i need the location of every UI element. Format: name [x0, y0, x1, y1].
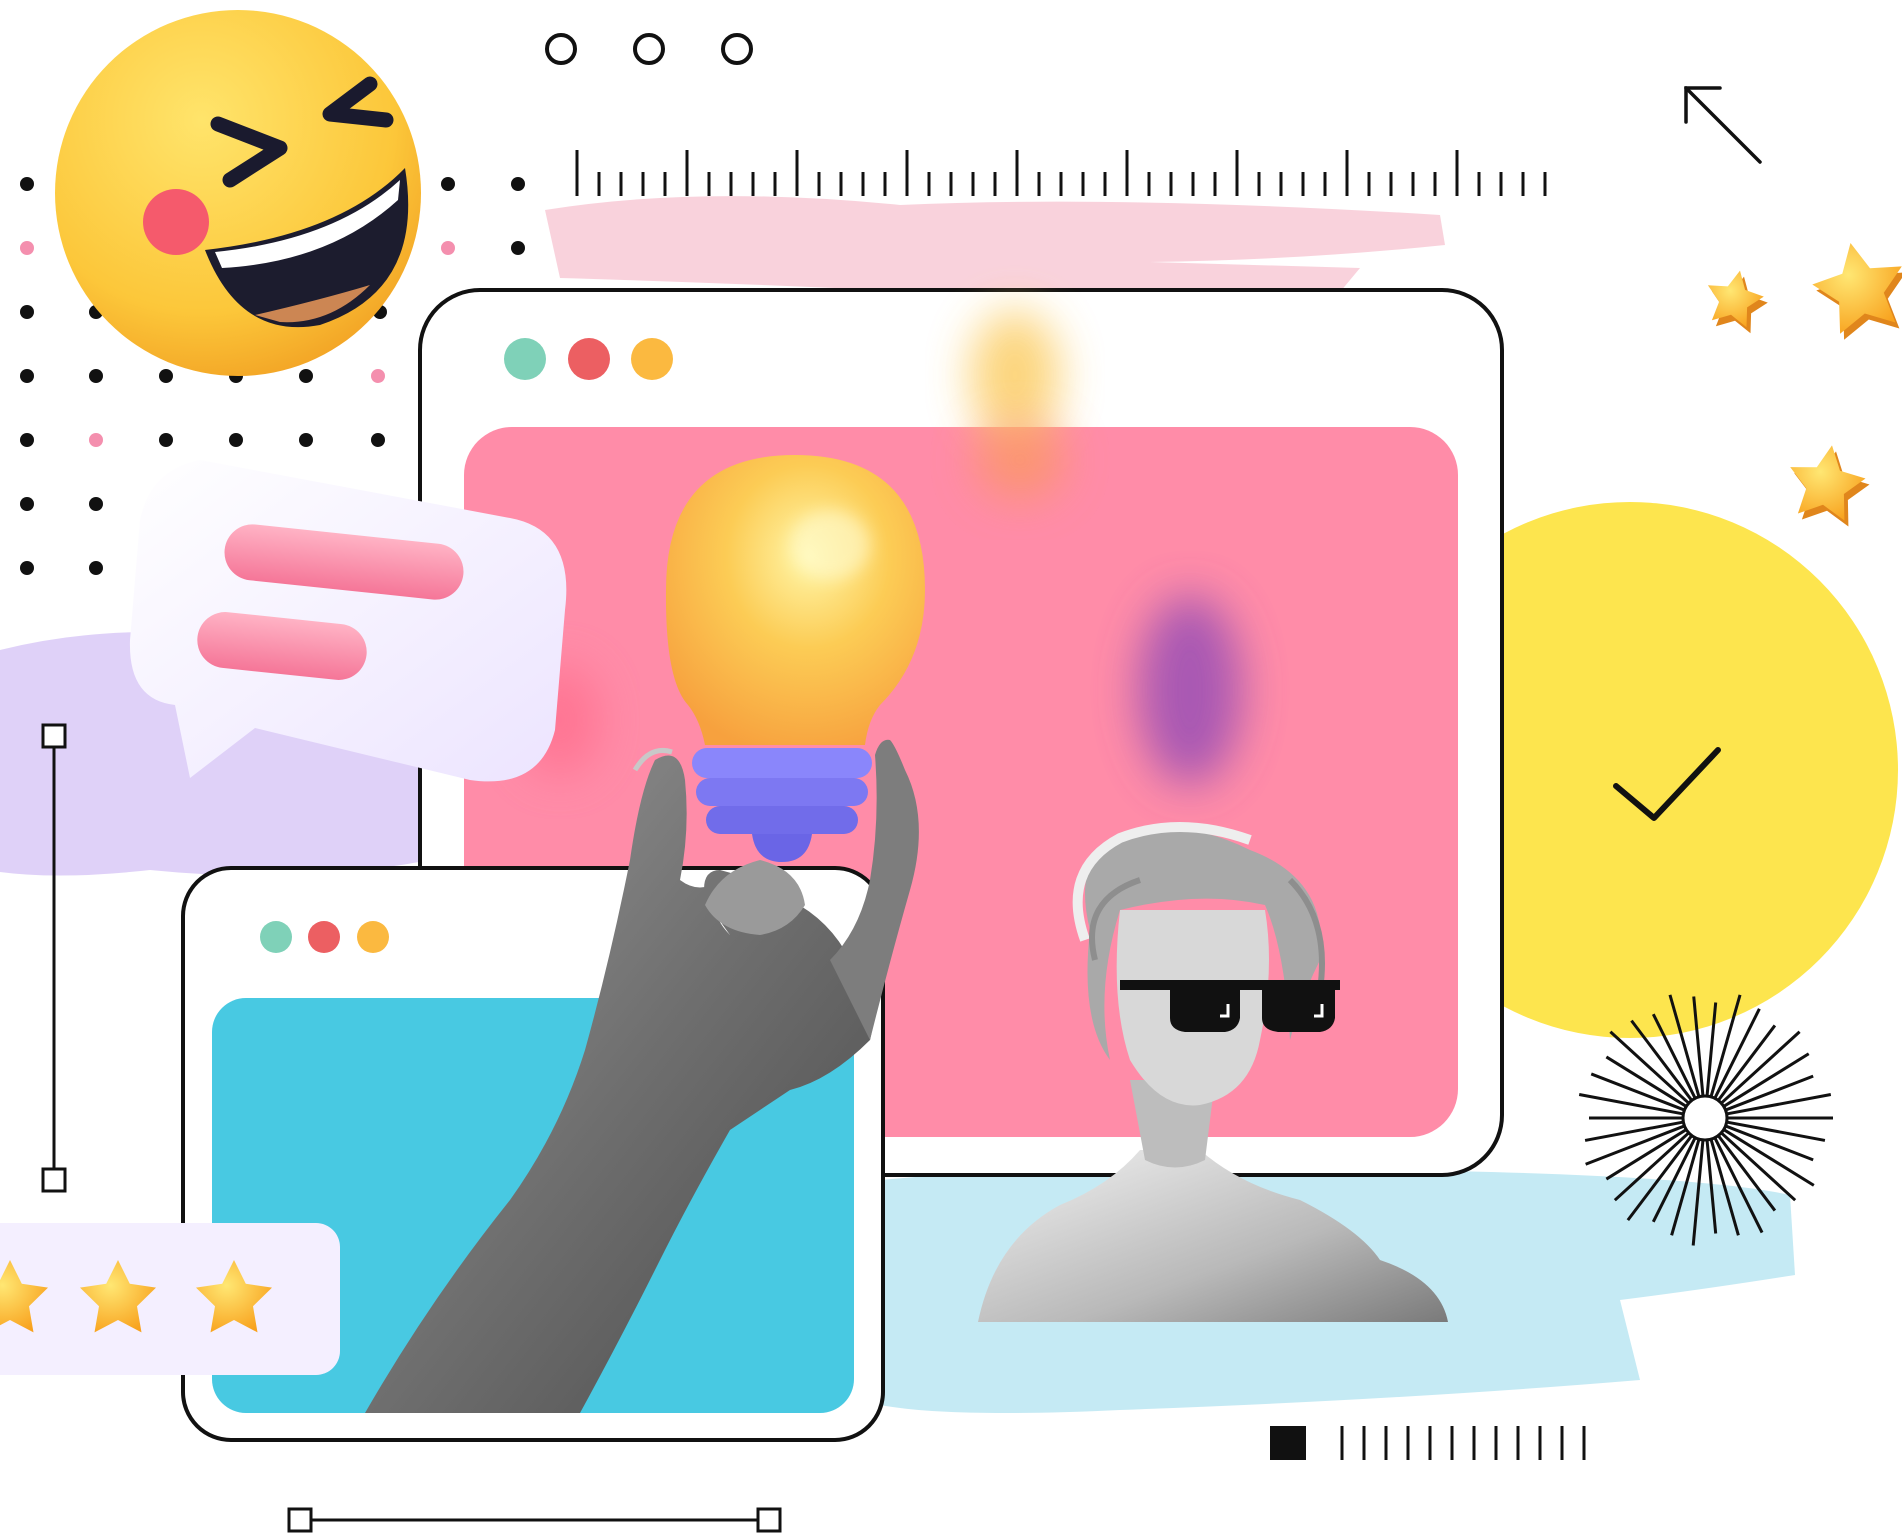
window-dot-green: [504, 338, 546, 380]
ruler-bottom: [1270, 1426, 1586, 1460]
window-dot-red: [308, 921, 340, 953]
window-dot-yellow: [631, 338, 673, 380]
window-dot-red: [568, 338, 610, 380]
top-circles: [545, 33, 753, 65]
illustration-canvas: [0, 0, 1902, 1538]
laughing-emoji-icon: [55, 10, 421, 376]
rating-card: [0, 1223, 340, 1375]
scene: [0, 10, 1902, 1533]
window-dot-yellow: [357, 921, 389, 953]
window-dot-green: [260, 921, 292, 953]
star-icon: [1707, 243, 1902, 527]
horizontal-line-handle: [287, 1507, 782, 1533]
ruler-top: [575, 150, 1547, 196]
sunburst-core: [1681, 1094, 1729, 1142]
brush-pink: [545, 196, 1445, 292]
arrow-up-left-icon: [1684, 86, 1762, 164]
